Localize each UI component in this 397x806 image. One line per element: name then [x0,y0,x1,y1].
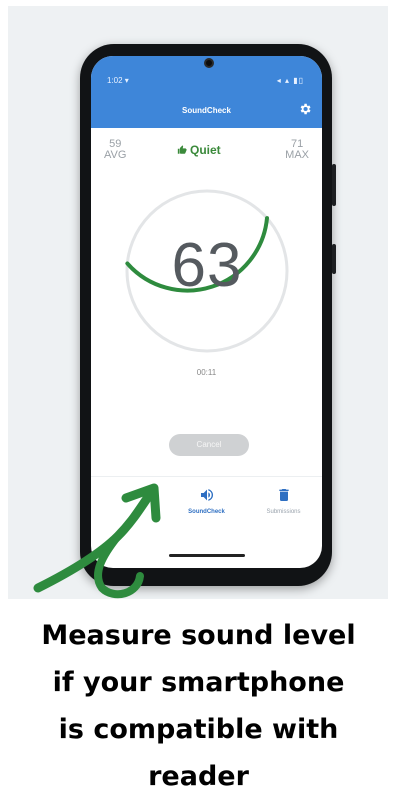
caption: Measure sound level if your smartphone i… [0,612,397,800]
home-indicator [169,554,245,557]
max-stat: 71 MAX [285,139,309,161]
thumbs-up-icon [177,145,187,154]
noise-status: Quiet [177,143,221,157]
app-title: SoundCheck [182,106,231,115]
sound-icon [200,489,213,501]
caption-line-3: is compatible with [58,714,339,745]
nav-item-submissions[interactable]: Submissions [245,487,322,515]
avg-stat: 59 AVG [104,139,126,161]
caption-line-4: reader [148,761,249,792]
status-time: 1:02 ▾ [107,76,129,85]
elapsed-timer: 00:11 [196,368,217,377]
caption-line-2: if your smartphone [52,667,345,698]
volume-button [332,164,336,206]
caption-line-1: Measure sound level [41,620,356,651]
power-button [332,244,336,274]
front-camera [204,58,214,68]
cancel-button[interactable]: Cancel [169,434,249,456]
arrow-annotation [33,483,161,599]
noise-status-label: Quiet [190,143,221,157]
sound-reading: 63 [171,231,243,300]
max-label: MAX [285,149,309,161]
nav-item-submissions-label: Submissions [266,509,301,515]
gear-icon[interactable] [298,102,312,116]
trash-icon [278,489,289,501]
avg-label: AVG [104,149,127,161]
status-icons: ◂ ▴ ▮▯ [276,76,304,85]
app-bar: SoundCheck [91,96,322,128]
nav-item-soundcheck-label: SoundCheck [188,509,225,515]
